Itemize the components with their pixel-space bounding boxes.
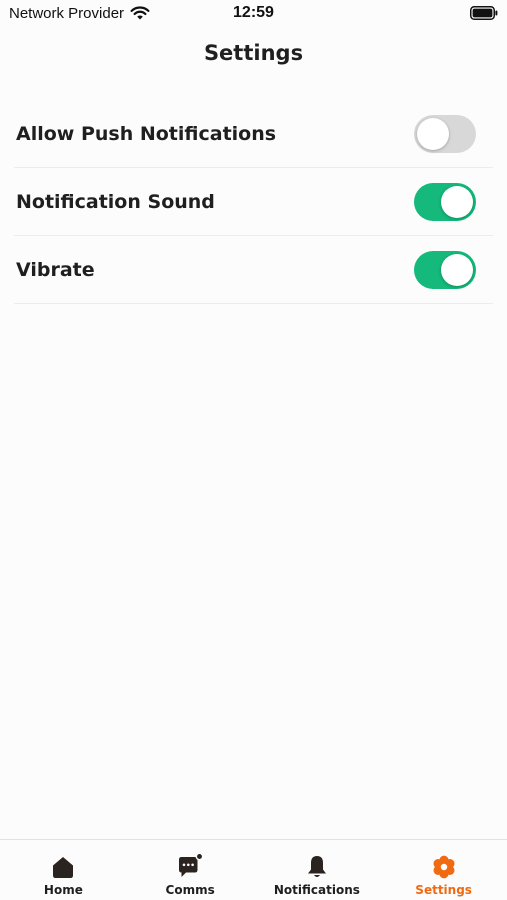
tab-notifications[interactable]: Notifications <box>254 840 381 900</box>
setting-label: Vibrate <box>16 258 95 281</box>
toggle-knob <box>441 185 473 218</box>
page-title: Settings <box>203 41 304 65</box>
vibrate-toggle[interactable] <box>414 250 476 289</box>
chat-icon <box>179 853 204 877</box>
battery-icon <box>470 6 498 20</box>
setting-row-vibrate: Vibrate <box>14 236 493 304</box>
settings-list: Allow Push Notifications Notification So… <box>14 100 493 304</box>
tab-home[interactable]: Home <box>0 840 127 900</box>
tab-settings[interactable]: Settings <box>380 840 507 900</box>
tab-label: Home <box>43 883 83 897</box>
setting-label: Notification Sound <box>16 190 215 213</box>
setting-row-push-notifications: Allow Push Notifications <box>14 100 493 168</box>
push-notifications-toggle[interactable] <box>414 114 476 153</box>
bell-icon <box>307 856 326 877</box>
tab-bar: Home Comms Notifications Settings <box>0 839 507 900</box>
tab-label: Notifications <box>273 883 360 897</box>
status-bar: Network Provider 12:59 <box>0 0 507 28</box>
tab-label: Settings <box>415 883 472 897</box>
setting-label: Allow Push Notifications <box>16 122 277 145</box>
status-time: 12:59 <box>233 4 274 21</box>
tab-comms[interactable]: Comms <box>127 840 254 900</box>
toggle-knob <box>441 253 473 286</box>
notification-sound-toggle[interactable] <box>414 182 476 221</box>
setting-row-notification-sound: Notification Sound <box>14 168 493 236</box>
home-icon <box>53 857 74 878</box>
tab-label: Comms <box>165 883 215 897</box>
toggle-knob <box>417 117 449 150</box>
gear-icon <box>433 855 455 879</box>
